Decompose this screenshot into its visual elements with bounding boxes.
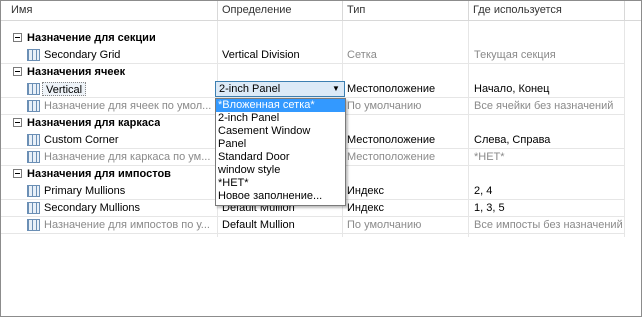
column-divider[interactable] [624,1,625,20]
row-name[interactable]: Primary Mullions [44,183,214,199]
dropdown-option[interactable]: *Вложенная сетка* [216,99,345,112]
group-row[interactable]: Назначения ячеек [1,64,625,81]
column-header-type[interactable]: Тип [343,1,467,20]
column-header-definition[interactable]: Определение [218,1,342,20]
row-where-used[interactable]: Все импосты без назначений [474,217,624,233]
cell-assignment-table: Имя Определение Тип Где используется Наз… [0,0,642,317]
row-where-used[interactable]: 1, 3, 5 [474,200,624,216]
row-type[interactable]: Местоположение [347,132,465,148]
grid-element-icon [27,219,40,231]
group-label: Назначения ячеек [27,66,126,78]
group-label: Назначения для каркаса [27,117,161,129]
row-definition[interactable]: Default Mullion [222,217,340,233]
grid-element-icon [27,202,40,214]
row-name[interactable]: Назначение для импостов по у... [44,217,214,233]
table-row[interactable]: Secondary Grid Vertical Division Сетка Теку… [1,47,625,64]
column-header-name[interactable]: Имя [7,1,215,20]
chevron-down-icon[interactable]: ▼ [330,83,342,95]
row-name[interactable]: Secondary Grid [44,47,214,63]
grid-element-icon [27,83,40,95]
collapse-toggle-icon[interactable] [13,67,22,76]
row-name[interactable]: Vertical [42,82,87,96]
row-name[interactable]: Назначение для ячеек по умол... [44,98,214,114]
grid-element-icon [27,151,40,163]
grid-element-icon [27,100,40,112]
dropdown-option[interactable]: 2-inch Panel [216,112,345,125]
definition-dropdown-list: *Вложенная сетка* 2-inch Panel Casement Wi… [215,98,346,206]
group-row[interactable]: Назначение для секции [1,30,625,47]
row-name[interactable]: Назначение для каркаса по ум... [44,149,214,165]
row-type[interactable]: Местоположение [347,149,465,165]
row-type[interactable]: По умолчанию [347,217,465,233]
collapse-toggle-icon[interactable] [13,33,22,42]
row-definition[interactable]: Vertical Division [222,47,340,63]
collapse-toggle-icon[interactable] [13,118,22,127]
row-type[interactable]: Индекс [347,183,465,199]
row-where-used[interactable]: Текущая секция [474,47,624,63]
group-label: Назначение для секции [27,32,156,44]
column-header-where-used[interactable]: Где используется [469,1,624,20]
dropdown-option[interactable]: *НЕТ* [216,177,345,190]
dropdown-option[interactable]: Standard Door [216,151,345,164]
row-where-used[interactable]: Все ячейки без назначений [474,98,624,114]
row-where-used[interactable]: 2, 4 [474,183,624,199]
definition-combobox[interactable]: 2-inch Panel ▼ [215,81,345,97]
table-row[interactable]: Назначение для импостов по у... Default M… [1,217,625,234]
group-label: Назначения для импостов [27,168,171,180]
row-where-used[interactable]: Начало, Конец [474,81,624,97]
combobox-value: 2-inch Panel [219,83,281,95]
row-type[interactable]: Сетка [347,47,465,63]
table-header: Имя Определение Тип Где используется [1,1,641,21]
dropdown-option[interactable]: Новое заполнение... [216,190,345,203]
row-type[interactable]: По умолчанию [347,98,465,114]
row-type[interactable]: Местоположение [347,81,465,97]
row-where-used[interactable]: Слева, Справа [474,132,624,148]
grid-element-icon [27,134,40,146]
row-type[interactable]: Индекс [347,200,465,216]
collapse-toggle-icon[interactable] [13,169,22,178]
row-name[interactable]: Custom Corner [44,132,214,148]
row-name[interactable]: Secondary Mullions [44,200,214,216]
dropdown-option[interactable]: Panel [216,138,345,151]
grid-element-icon [27,49,40,61]
grid-element-icon [27,185,40,197]
dropdown-option[interactable]: window style [216,164,345,177]
dropdown-option[interactable]: Casement Window [216,125,345,138]
row-where-used[interactable]: *НЕТ* [474,149,624,165]
